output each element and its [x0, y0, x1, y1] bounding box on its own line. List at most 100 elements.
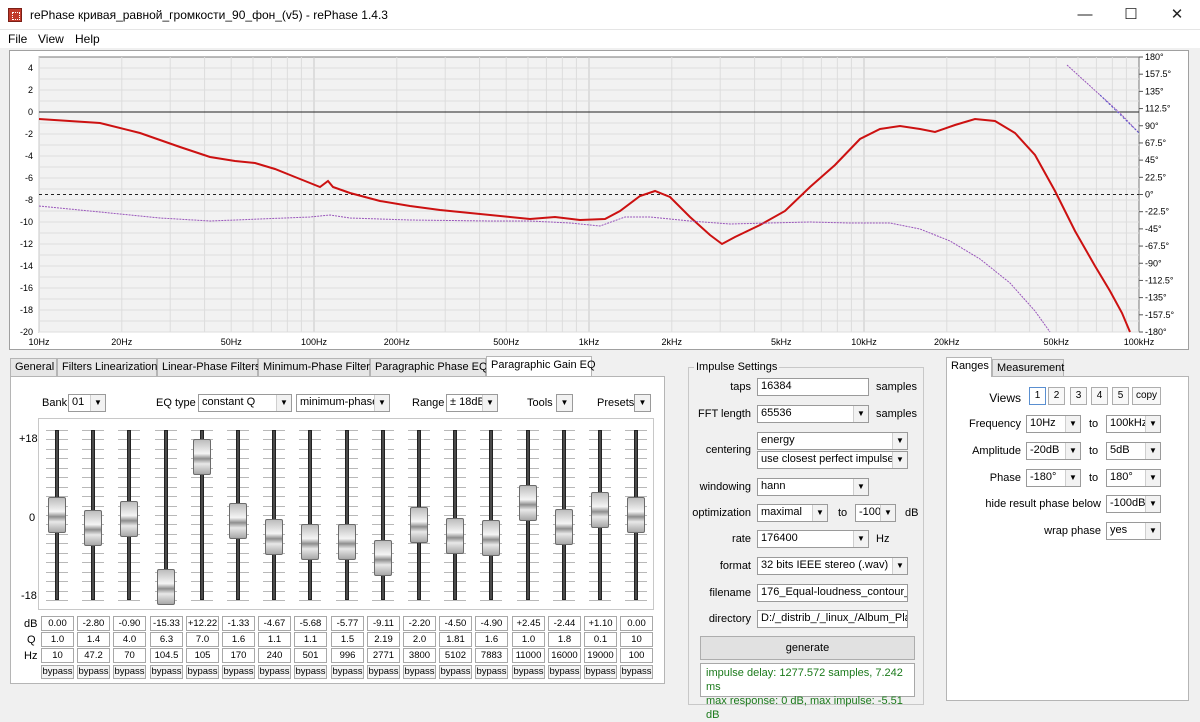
band-db-value[interactable]: +12.22: [186, 616, 219, 631]
band-hz-value[interactable]: 501: [294, 648, 327, 663]
band-bypass-button[interactable]: bypass: [150, 665, 183, 679]
band-bypass-button[interactable]: bypass: [77, 665, 110, 679]
band-db-value[interactable]: -4.67: [258, 616, 291, 631]
band-q-value[interactable]: 1.4: [77, 632, 110, 647]
band-db-value[interactable]: -9.11: [367, 616, 400, 631]
band-hz-value[interactable]: 47.2: [77, 648, 110, 663]
band-q-value[interactable]: 1.6: [475, 632, 508, 647]
format-select[interactable]: 32 bits IEEE stereo (.wav) ▼: [757, 557, 908, 575]
band-db-value[interactable]: -2.20: [403, 616, 436, 631]
band-hz-value[interactable]: 19000: [584, 648, 617, 663]
directory-input[interactable]: D:/_distrib_/_linux_/Album_Playe: [757, 610, 908, 628]
band-q-value[interactable]: 4.0: [113, 632, 146, 647]
band-hz-value[interactable]: 104.5: [150, 648, 183, 663]
band-bypass-button[interactable]: bypass: [367, 665, 400, 679]
band-hz-value[interactable]: 10: [41, 648, 74, 663]
range-select[interactable]: ± 18dB ▼: [446, 394, 498, 412]
frequency-from-select[interactable]: 10Hz ▼: [1026, 415, 1081, 433]
generate-button[interactable]: generate: [700, 636, 915, 660]
maximize-button[interactable]: ☐: [1108, 0, 1154, 30]
band-hz-value[interactable]: 2771: [367, 648, 400, 663]
phase-from-select[interactable]: -180° ▼: [1026, 469, 1081, 487]
band-q-value[interactable]: 1.8: [548, 632, 581, 647]
view-4-button[interactable]: 4: [1091, 387, 1108, 405]
band-db-value[interactable]: -5.77: [331, 616, 364, 631]
band-hz-value[interactable]: 105: [186, 648, 219, 663]
band-bypass-button[interactable]: bypass: [403, 665, 436, 679]
view-2-button[interactable]: 2: [1048, 387, 1065, 405]
tab-paragraphic-gain-eq[interactable]: Paragraphic Gain EQ: [486, 356, 596, 376]
eq-type-select[interactable]: constant Q ▼: [198, 394, 292, 412]
band-hz-value[interactable]: 240: [258, 648, 291, 663]
band-q-value[interactable]: 1.0: [41, 632, 74, 647]
band-db-value[interactable]: 0.00: [620, 616, 653, 631]
amplitude-to-select[interactable]: 5dB ▼: [1106, 442, 1161, 460]
close-button[interactable]: ✕: [1154, 0, 1200, 30]
band-hz-value[interactable]: 996: [331, 648, 364, 663]
hide-phase-select[interactable]: -100dB ▼: [1106, 495, 1161, 513]
centering-mode-select[interactable]: use closest perfect impulse ▼: [757, 451, 908, 469]
band-q-value[interactable]: 10: [620, 632, 653, 647]
band-db-value[interactable]: -0.90: [113, 616, 146, 631]
band-bypass-button[interactable]: bypass: [41, 665, 74, 679]
tab-filters-linearization[interactable]: Filters Linearization: [57, 358, 157, 376]
band-q-value[interactable]: 1.1: [294, 632, 327, 647]
menu-view[interactable]: View: [38, 32, 64, 46]
band-db-value[interactable]: -2.80: [77, 616, 110, 631]
band-bypass-button[interactable]: bypass: [584, 665, 617, 679]
filename-input[interactable]: 176_Equal-loudness_contour_90: [757, 584, 908, 602]
band-q-value[interactable]: 2.19: [367, 632, 400, 647]
wrap-phase-select[interactable]: yes ▼: [1106, 522, 1161, 540]
tab-ranges[interactable]: Ranges: [946, 357, 992, 377]
fft-length-select[interactable]: 65536 ▼: [757, 405, 869, 423]
band-q-value[interactable]: 0.1: [584, 632, 617, 647]
band-q-value[interactable]: 1.5: [331, 632, 364, 647]
centering-select[interactable]: energy ▼: [757, 432, 908, 450]
band-q-value[interactable]: 6.3: [150, 632, 183, 647]
band-bypass-button[interactable]: bypass: [258, 665, 291, 679]
band-db-value[interactable]: 0.00: [41, 616, 74, 631]
windowing-select[interactable]: hann ▼: [757, 478, 869, 496]
band-db-value[interactable]: +2.45: [512, 616, 545, 631]
tools-menu-button[interactable]: ▼: [556, 394, 573, 412]
band-hz-value[interactable]: 11000: [512, 648, 545, 663]
menu-help[interactable]: Help: [75, 32, 100, 46]
response-graph[interactable]: 4 2 0 -2 -4 -6 -8 -10 -12 -14 -16 -18 -20 180° 157.5° 1…: [9, 50, 1189, 350]
minimize-button[interactable]: —: [1062, 0, 1108, 30]
tab-measurement[interactable]: Measurement: [992, 359, 1064, 377]
bank-select[interactable]: 01 ▼: [68, 394, 106, 412]
taps-input[interactable]: 16384: [757, 378, 869, 396]
band-q-value[interactable]: 1.0: [512, 632, 545, 647]
band-bypass-button[interactable]: bypass: [439, 665, 472, 679]
views-copy-button[interactable]: copy: [1132, 387, 1161, 405]
optimization-select[interactable]: maximal ▼: [757, 504, 828, 522]
band-hz-value[interactable]: 3800: [403, 648, 436, 663]
band-bypass-button[interactable]: bypass: [512, 665, 545, 679]
frequency-to-select[interactable]: 100kHz ▼: [1106, 415, 1161, 433]
view-3-button[interactable]: 3: [1070, 387, 1087, 405]
band-q-value[interactable]: 1.1: [258, 632, 291, 647]
band-hz-value[interactable]: 70: [113, 648, 146, 663]
tab-minimum-phase-filters[interactable]: Minimum-Phase Filters: [258, 358, 375, 376]
band-hz-value[interactable]: 5102: [439, 648, 472, 663]
band-bypass-button[interactable]: bypass: [294, 665, 327, 679]
menu-file[interactable]: File: [8, 32, 27, 46]
phase-to-select[interactable]: 180° ▼: [1106, 469, 1161, 487]
band-bypass-button[interactable]: bypass: [186, 665, 219, 679]
band-db-value[interactable]: -2.44: [548, 616, 581, 631]
band-bypass-button[interactable]: bypass: [331, 665, 364, 679]
band-db-value[interactable]: -4.50: [439, 616, 472, 631]
band-hz-value[interactable]: 16000: [548, 648, 581, 663]
view-1-button[interactable]: 1: [1029, 387, 1046, 405]
band-bypass-button[interactable]: bypass: [620, 665, 653, 679]
band-db-value[interactable]: -4.90: [475, 616, 508, 631]
band-q-value[interactable]: 1.6: [222, 632, 255, 647]
band-db-value[interactable]: -15.33: [150, 616, 183, 631]
band-q-value[interactable]: 2.0: [403, 632, 436, 647]
band-db-value[interactable]: +1.10: [584, 616, 617, 631]
band-bypass-button[interactable]: bypass: [222, 665, 255, 679]
amplitude-from-select[interactable]: -20dB ▼: [1026, 442, 1081, 460]
tab-linear-phase-filters[interactable]: Linear-Phase Filters: [157, 358, 260, 376]
band-db-value[interactable]: -5.68: [294, 616, 327, 631]
view-5-button[interactable]: 5: [1112, 387, 1129, 405]
